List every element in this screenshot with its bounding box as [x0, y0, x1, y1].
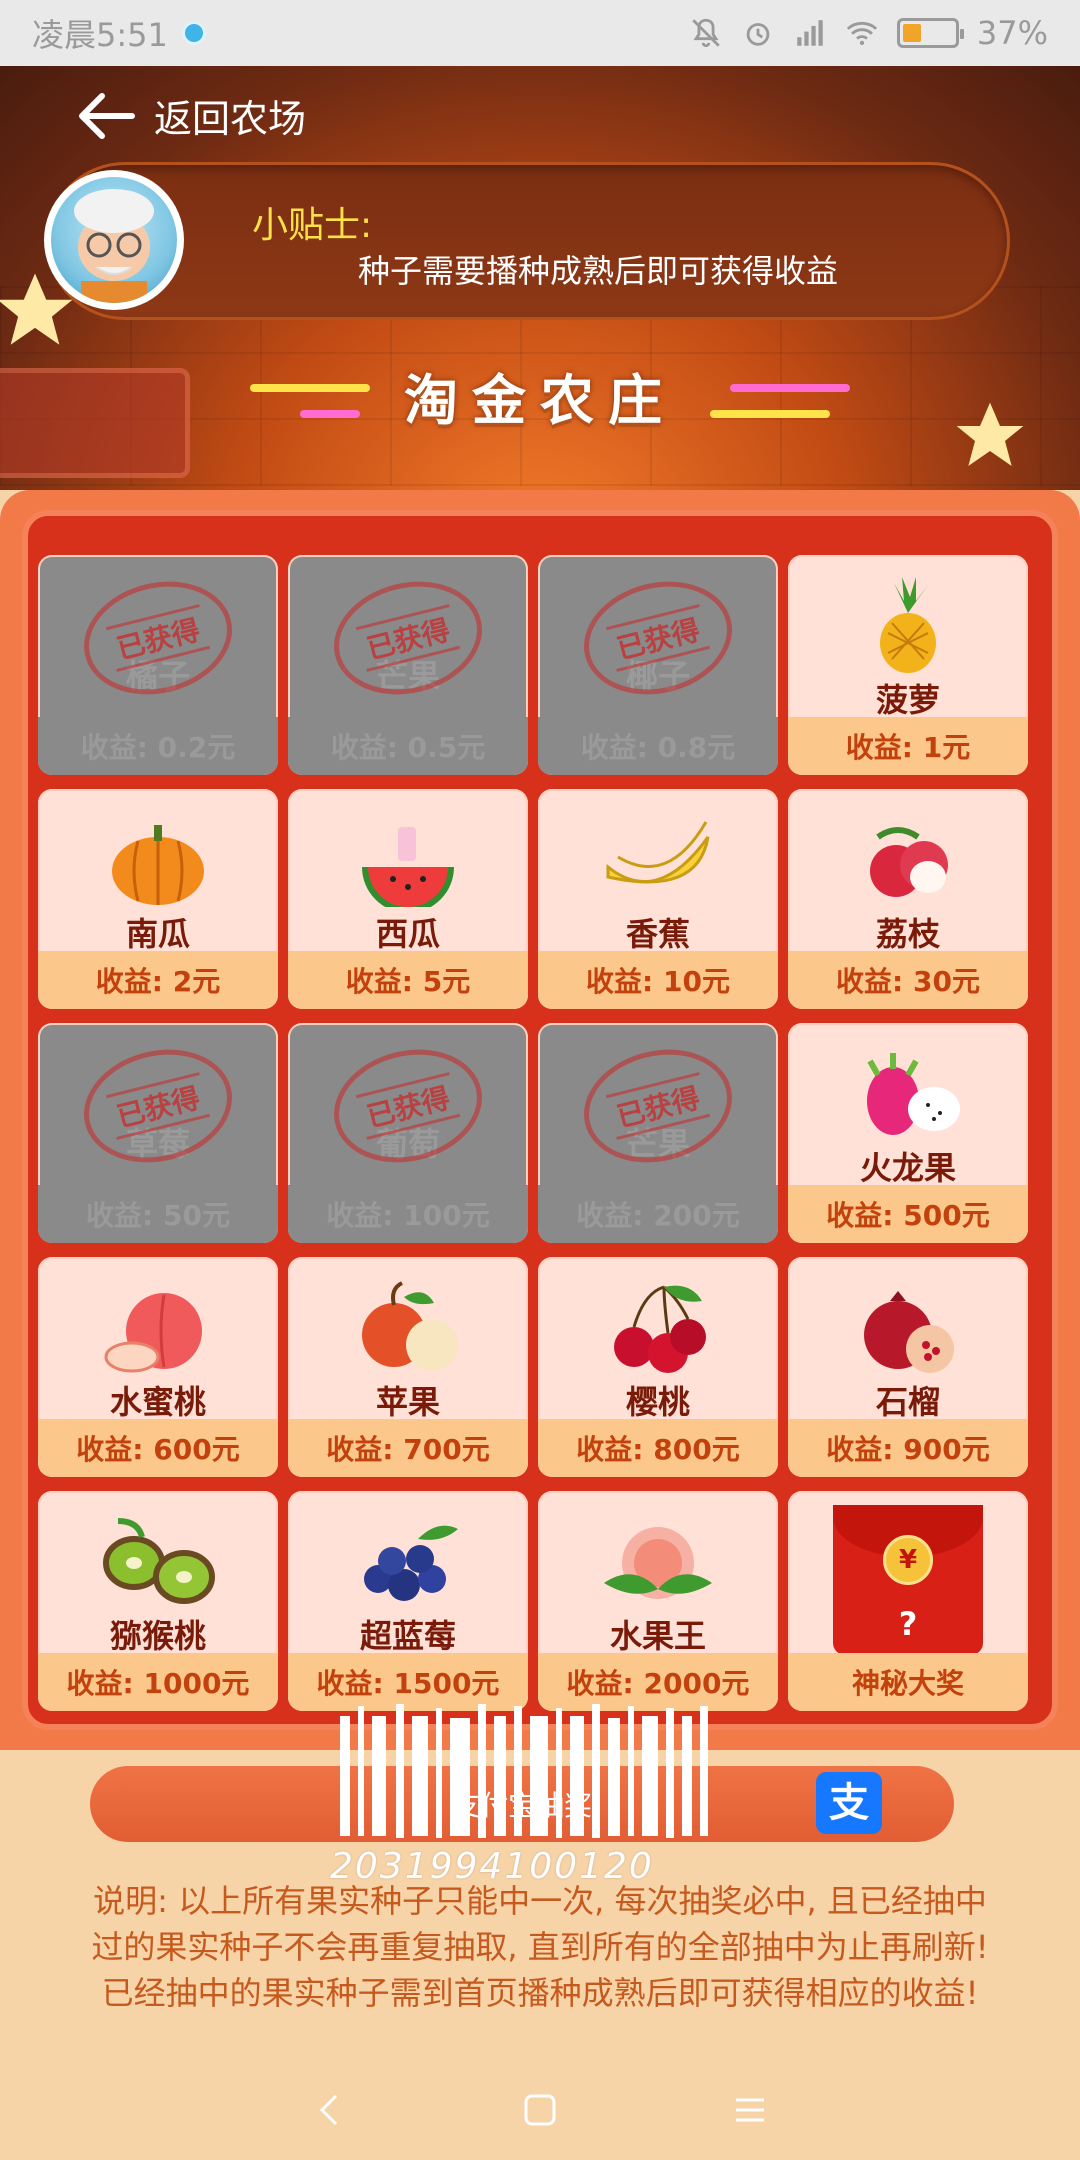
prize-reward: 收益: 10元	[538, 951, 778, 1009]
fruit-king-icon	[604, 1527, 712, 1599]
prize-reward: 神秘大奖	[788, 1653, 1028, 1711]
peach-icon	[104, 1293, 202, 1373]
status-icons: 37%	[689, 14, 1048, 52]
prize-reward: 收益: 700元	[288, 1419, 528, 1477]
prize-name: 荔枝	[875, 915, 940, 953]
prize-cell[interactable]: 椰子 已获得 收益: 0.8元	[538, 555, 778, 775]
status-time: 凌晨5:51	[32, 16, 168, 54]
prize-grid: 橘子 已获得 收益: 0.2元 芒果 已获得 收益: 0.5元 椰子 已获得 收益: 0.8元菠…	[38, 555, 1042, 1711]
nav-menu-icon[interactable]	[730, 2090, 770, 2130]
prize-name: 苹果	[375, 1383, 440, 1421]
barcode-watermark	[340, 1704, 708, 1838]
prize-reward: 收益: 500元	[788, 1185, 1028, 1243]
prize-cell[interactable]: 西瓜 收益: 5元	[288, 789, 528, 1009]
prize-cell[interactable]: 石榴 收益: 900元	[788, 1257, 1028, 1477]
status-bar: 凌晨5:51 37%	[0, 0, 1080, 66]
battery-icon	[896, 18, 964, 48]
alarm-icon	[746, 23, 770, 46]
watermelon-icon	[362, 827, 454, 907]
battery-percent: 37%	[976, 14, 1048, 52]
prize-name: 水蜜桃	[109, 1383, 206, 1421]
lychee-icon	[870, 827, 948, 897]
prize-reward: 收益: 2元	[38, 951, 278, 1009]
apple-icon	[362, 1281, 458, 1371]
prize-cell[interactable]: 橘子 已获得 收益: 0.2元	[38, 555, 278, 775]
prize-name: 石榴	[875, 1383, 940, 1421]
prize-name: 猕猴桃	[109, 1617, 206, 1655]
alipay-icon[interactable]: 支	[816, 1772, 882, 1834]
prize-name: 香蕉	[625, 915, 690, 953]
red-envelope-icon: ¥?	[833, 1505, 983, 1655]
prize-name: 菠萝	[875, 681, 940, 719]
prize-reward: 收益: 600元	[38, 1419, 278, 1477]
prize-cell[interactable]: 樱桃 收益: 800元	[538, 1257, 778, 1477]
obtained-stamp-label: 已获得	[605, 1072, 711, 1140]
cherry-icon	[614, 1285, 706, 1373]
prize-cell[interactable]: 南瓜 收益: 2元	[38, 789, 278, 1009]
obtained-stamp-label: 已获得	[105, 604, 211, 672]
blueberry-icon	[364, 1525, 458, 1601]
prize-name: 西瓜	[375, 915, 440, 953]
prize-reward: 收益: 50元	[38, 1185, 278, 1243]
prize-cell[interactable]: 超蓝莓 收益: 1500元	[288, 1491, 528, 1711]
system-navigation-bar	[0, 2060, 1080, 2160]
prize-reward: 收益: 900元	[788, 1419, 1028, 1477]
star-icon	[0, 273, 73, 345]
instructions-text: 说明: 以上所有果实种子只能中一次, 每次抽奖必中, 且已经抽中过的果实种子不会…	[91, 1882, 989, 2012]
prize-name: 樱桃	[625, 1383, 690, 1421]
prize-cell[interactable]: 火龙果 收益: 500元	[788, 1023, 1028, 1243]
obtained-stamp-label: 已获得	[605, 604, 711, 672]
prize-reward: 收益: 0.5元	[288, 717, 528, 775]
page-title: 淘金农庄	[404, 369, 676, 432]
obtained-stamp-label: 已获得	[105, 1072, 211, 1140]
mute-bell-icon	[692, 18, 720, 48]
back-label: 返回农场	[154, 97, 307, 141]
prize-cell[interactable]: 猕猴桃 收益: 1000元	[38, 1491, 278, 1711]
dragon-fruit-icon	[867, 1053, 960, 1135]
clock-group: 凌晨5:51	[32, 10, 206, 56]
prize-cell[interactable]: 葡萄 已获得 收益: 100元	[288, 1023, 528, 1243]
kiwi-icon	[103, 1518, 215, 1604]
prize-cell[interactable]: 香蕉 收益: 10元	[538, 789, 778, 1009]
tip-banner	[46, 162, 1010, 320]
prize-cell[interactable]: 芒果 已获得 收益: 200元	[538, 1023, 778, 1243]
prize-cell[interactable]: 芒果 已获得 收益: 0.5元	[288, 555, 528, 775]
prize-reward: 收益: 100元	[288, 1185, 528, 1243]
prize-reward: 收益: 5元	[288, 951, 528, 1009]
prize-reward: 收益: 200元	[538, 1185, 778, 1243]
prize-reward: 收益: 30元	[788, 951, 1028, 1009]
prize-reward: 收益: 1元	[788, 717, 1028, 775]
pineapple-icon	[880, 577, 936, 673]
signal-icon	[797, 20, 823, 46]
prize-cell[interactable]: 草莓 已获得 收益: 50元	[38, 1023, 278, 1243]
pomegranate-icon	[864, 1291, 954, 1373]
back-arrow-icon	[79, 92, 135, 139]
prize-reward: 收益: 0.8元	[538, 717, 778, 775]
pumpkin-icon	[112, 825, 204, 905]
wifi-icon	[846, 21, 877, 46]
app-notification-icon	[181, 21, 206, 45]
tip-title: 小贴士:	[252, 205, 373, 246]
nav-home-icon[interactable]	[520, 2090, 560, 2130]
prize-cell[interactable]: 水蜜桃 收益: 600元	[38, 1257, 278, 1477]
back-to-farm-button[interactable]: 返回农场	[76, 88, 306, 143]
prize-cell[interactable]: 荔枝 收益: 30元	[788, 789, 1028, 1009]
nav-back-icon[interactable]	[310, 2090, 350, 2130]
obtained-stamp-label: 已获得	[355, 1072, 461, 1140]
prize-cell[interactable]: ¥? 神秘大奖	[788, 1491, 1028, 1711]
farm-header: 返回农场 小贴士: 种子需要播种成熟后即可获得收益 淘金农庄	[0, 66, 1080, 490]
prize-name: 水果王	[609, 1617, 706, 1655]
prize-cell[interactable]: 苹果 收益: 700元	[288, 1257, 528, 1477]
banana-icon	[606, 821, 710, 884]
prize-reward: 收益: 800元	[538, 1419, 778, 1477]
prize-reward: 收益: 0.2元	[38, 717, 278, 775]
prize-cell[interactable]: 菠萝 收益: 1元	[788, 555, 1028, 775]
prize-name: 火龙果	[859, 1149, 956, 1187]
prize-cell[interactable]: 水果王 收益: 2000元	[538, 1491, 778, 1711]
obtained-stamp-label: 已获得	[355, 604, 461, 672]
prize-name: 超蓝莓	[359, 1617, 456, 1655]
prize-reward: 收益: 1000元	[38, 1653, 278, 1711]
prize-name: 南瓜	[125, 915, 190, 953]
tip-text: 种子需要播种成熟后即可获得收益	[358, 252, 839, 290]
